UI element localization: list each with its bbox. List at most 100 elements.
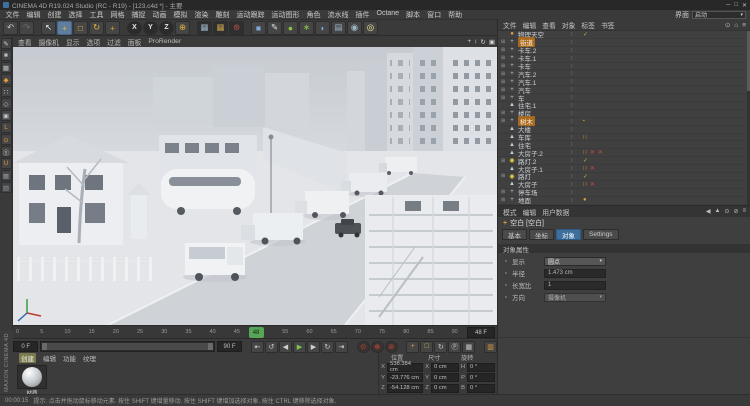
position-field[interactable]: -54.128 cm <box>387 384 423 393</box>
object-manager-menu-item[interactable]: 标签 <box>581 20 595 30</box>
timeline-ruler[interactable]: 051015202530354045505560657075808590 48 … <box>13 325 497 339</box>
object-row[interactable]: ▲大房子.1∶∷✕ <box>498 165 750 173</box>
menubar-item[interactable]: 模拟 <box>170 10 191 20</box>
menubar-item[interactable]: 文件 <box>2 10 23 20</box>
range-handle-right[interactable] <box>208 343 213 350</box>
texture-mode-button[interactable]: ▩ <box>1 62 12 73</box>
expand-icon[interactable]: ⊞ <box>501 71 508 77</box>
viewport-menu-item[interactable]: 过滤 <box>107 37 121 47</box>
material-menu-item[interactable]: 功能 <box>63 353 76 363</box>
search-icon[interactable]: ⊙ <box>725 21 730 29</box>
object-row[interactable]: ⊞+树木∶▪ <box>498 118 750 126</box>
x-tag-icon[interactable]: ✕ <box>590 149 595 156</box>
pan-view-icon[interactable]: + <box>467 38 471 45</box>
size-field[interactable]: 0 cm <box>431 373 459 382</box>
environment-button[interactable]: ▤ <box>331 21 346 35</box>
live-selection-button[interactable]: ↖ <box>41 21 56 35</box>
visibility-dots-icon[interactable]: ∶ <box>571 55 573 62</box>
expand-icon[interactable]: ⊞ <box>501 55 508 61</box>
make-editable-button[interactable]: ✎ <box>1 38 12 49</box>
attribute-menu-item[interactable]: 用户数据 <box>542 207 569 217</box>
expand-icon[interactable]: ⊞ <box>501 39 508 45</box>
object-row[interactable]: ⊞+停车场∶ <box>498 189 750 197</box>
key-scale-button[interactable]: □ <box>420 341 433 353</box>
dots-tag-icon[interactable]: ∷ <box>583 149 587 156</box>
dots-tag-icon[interactable]: ∷ <box>583 181 587 188</box>
object-row[interactable]: ⊞+地面∶● <box>498 197 750 205</box>
visibility-dots-icon[interactable]: ∶ <box>571 39 573 46</box>
back-icon[interactable]: ◀ <box>706 208 711 215</box>
autokeying-button[interactable]: ⊕ <box>371 341 384 353</box>
object-manager-menu-item[interactable]: 文件 <box>503 20 517 30</box>
subdivision-surface-button[interactable]: ● <box>283 21 298 35</box>
menubar-item[interactable]: 流水线 <box>324 10 352 20</box>
property-dropdown[interactable]: 摄像机▾ <box>544 293 606 302</box>
loop-button[interactable]: ↻ <box>321 341 334 353</box>
animation-dot-icon[interactable]: ∘ <box>504 282 512 289</box>
range-bar[interactable] <box>42 343 212 350</box>
layout-dropdown[interactable]: 启动 ▾ <box>692 11 746 19</box>
visibility-dots-icon[interactable]: ∶ <box>571 134 573 141</box>
workplane-mode-button[interactable]: ◆ <box>1 74 12 85</box>
rotation-field[interactable]: 0 ° <box>467 373 495 382</box>
menubar-item[interactable]: 插件 <box>352 10 373 20</box>
object-manager-menu-item[interactable]: 对象 <box>562 20 576 30</box>
expand-icon[interactable]: ⊞ <box>501 110 508 116</box>
object-row[interactable]: ⊞+楼房∶ <box>498 110 750 118</box>
range-start-field[interactable]: 0 F <box>13 341 38 352</box>
current-frame-field[interactable]: 48 F <box>467 327 495 338</box>
check-tag-icon[interactable]: ✓ <box>583 157 588 164</box>
expand-icon[interactable]: ⊞ <box>501 158 508 164</box>
property-dropdown[interactable]: 圆点▾ <box>544 257 606 266</box>
expand-icon[interactable]: ⊞ <box>501 95 508 101</box>
home-icon[interactable]: ⌂ <box>734 22 738 29</box>
last-tool-button[interactable]: + <box>105 21 120 35</box>
visibility-dots-icon[interactable]: ∶ <box>571 78 573 85</box>
undo-button[interactable]: ↶ <box>3 21 18 35</box>
menubar-item[interactable]: Octane <box>373 10 403 20</box>
property-number[interactable]: 1 <box>544 281 606 290</box>
menubar-item[interactable]: 雕刻 <box>212 10 233 20</box>
visibility-dots-icon[interactable]: ∶ <box>571 197 573 204</box>
edge-mode-button[interactable]: ◇ <box>1 98 12 109</box>
object-manager-menu-item[interactable]: 查看 <box>542 20 556 30</box>
visibility-dots-icon[interactable]: ∶ <box>571 149 573 156</box>
size-field[interactable]: 0 cm <box>431 363 459 372</box>
visibility-dots-icon[interactable]: ∶ <box>571 31 573 38</box>
orange-sm-tag-icon[interactable]: ▪ <box>583 118 585 124</box>
visibility-dots-icon[interactable]: ∶ <box>571 110 573 117</box>
lock-icon[interactable]: ⊘ <box>733 208 738 215</box>
preview-range-slider[interactable] <box>40 341 214 352</box>
visibility-dots-icon[interactable]: ∶ <box>571 173 573 180</box>
check-tag-icon[interactable]: ✓ <box>583 31 588 38</box>
viewport-menu-item[interactable]: 显示 <box>66 37 80 47</box>
next-frame-button[interactable]: ▶ <box>307 341 320 353</box>
goto-end-button[interactable]: ⇥ <box>335 341 348 353</box>
material-menu-item[interactable]: 编辑 <box>43 353 56 363</box>
zoom-view-icon[interactable]: ↕ <box>474 38 477 45</box>
timeline-playhead[interactable]: 48 <box>249 327 264 338</box>
visibility-dots-icon[interactable]: ∶ <box>571 70 573 77</box>
search-icon[interactable]: ⊙ <box>724 208 729 215</box>
menubar-item[interactable]: 运动跟踪 <box>233 10 268 20</box>
viewport-scene[interactable] <box>13 47 497 325</box>
object-row[interactable]: ⊞+汽车.1∶ <box>498 78 750 86</box>
object-manager-menu-item[interactable]: 编辑 <box>523 20 537 30</box>
menubar-item[interactable]: 动画 <box>149 10 170 20</box>
x-axis-lock-button[interactable]: X <box>127 21 142 35</box>
previous-frame-button[interactable]: ◀ <box>279 341 292 353</box>
menubar-item[interactable]: 捕捉 <box>128 10 149 20</box>
tab-坐标[interactable]: 坐标 <box>529 229 554 240</box>
minimize-button[interactable]: ─ <box>726 2 730 9</box>
visibility-dots-icon[interactable]: ∶ <box>571 141 573 148</box>
animation-dot-icon[interactable]: ∘ <box>504 294 512 301</box>
visibility-dots-icon[interactable]: ∶ <box>571 86 573 93</box>
viewport-menu-item[interactable]: ProRender <box>148 38 181 45</box>
deformer-button[interactable]: ◗ <box>315 21 330 35</box>
object-row[interactable]: ▲车库∶∷ <box>498 134 750 142</box>
animation-dot-icon[interactable]: ∘ <box>504 258 512 265</box>
expand-icon[interactable]: ⊞ <box>501 79 508 85</box>
property-number[interactable]: 1.473 cm <box>544 269 606 278</box>
position-field[interactable]: -23.776 cm <box>387 373 423 382</box>
render-picture-viewer-button[interactable]: ▦ <box>213 21 228 35</box>
